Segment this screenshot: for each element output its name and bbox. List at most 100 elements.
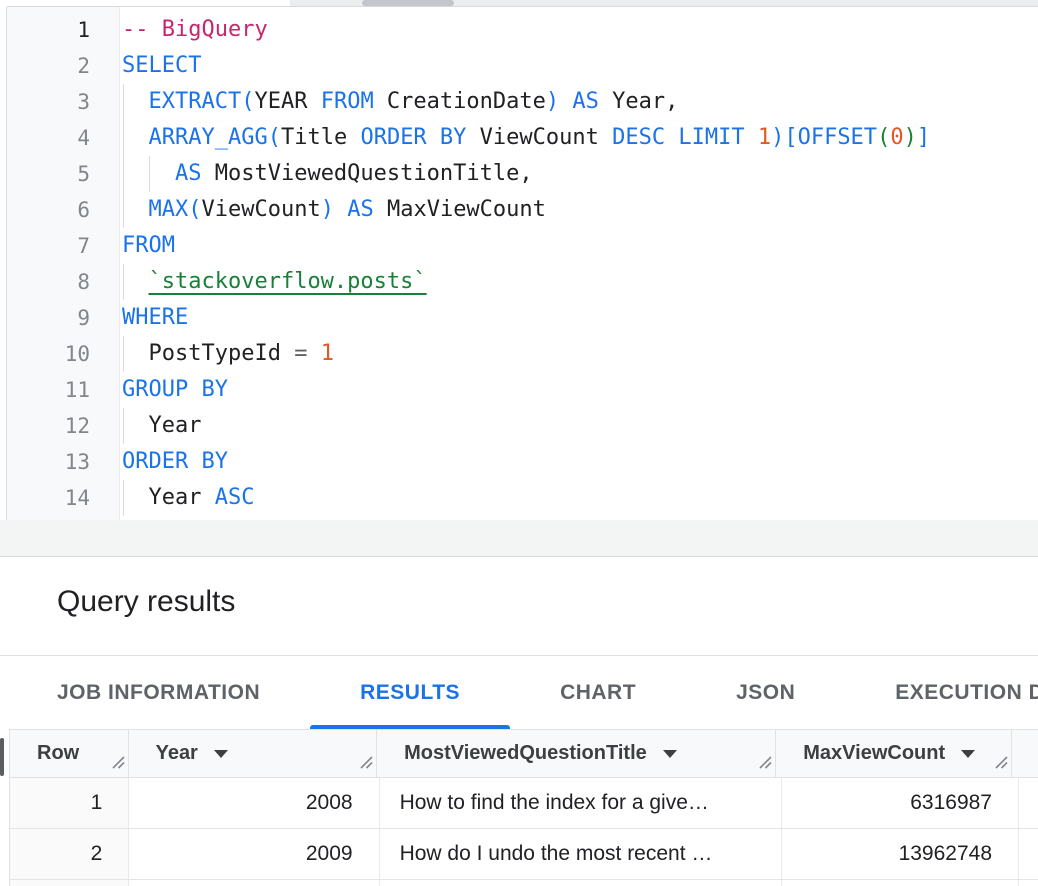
indent-guide — [123, 408, 124, 444]
table-row-partial — [10, 880, 1038, 886]
left-scrollbar-thumb[interactable] — [0, 738, 4, 776]
code-line-3: 3 EXTRACT(YEAR FROM CreationDate) AS Yea… — [7, 84, 1038, 120]
code-text: Year ASC — [120, 480, 254, 516]
tab-job-information[interactable]: JOB INFORMATION — [7, 656, 310, 729]
line-number: 13 — [7, 444, 120, 480]
bigquery-query-panel: 1-- BigQuery2SELECT3 EXTRACT(YEAR FROM C… — [0, 0, 1038, 886]
cell-maxviewcount: 6316987 — [782, 778, 1019, 828]
query-results-title: Query results — [0, 557, 1038, 619]
indent-guide — [123, 120, 124, 156]
code-line-2: 2SELECT — [7, 48, 1038, 84]
code-text: FROM — [120, 228, 175, 264]
cell-maxviewcount: 13962748 — [782, 829, 1019, 879]
tab-json[interactable]: JSON — [686, 656, 845, 729]
code-text: ORDER BY — [120, 444, 228, 480]
code-text: ARRAY_AGG(Title ORDER BY ViewCount DESC … — [120, 120, 930, 156]
column-resize-handle-icon[interactable] — [757, 752, 772, 775]
line-number: 10 — [7, 336, 120, 372]
code-line-9: 9WHERE — [7, 300, 1038, 336]
column-resize-handle-icon[interactable] — [110, 752, 125, 775]
table-header-row: Row Year MostViewedQuestionTitle MaxViewCou… — [10, 730, 1038, 778]
cell-mostviewedquestiontitle: How do I undo the most recent … — [380, 829, 782, 879]
table-row-1: 12008How to find the index for a give…63… — [10, 778, 1038, 829]
column-header-mostviewedquestiontitle[interactable]: MostViewedQuestionTitle — [377, 730, 776, 777]
indent-guide — [123, 264, 124, 300]
line-number: 5 — [7, 156, 120, 192]
cell-filler — [1019, 778, 1038, 828]
cell-year — [129, 880, 379, 886]
line-number: 1 — [7, 12, 120, 48]
code-text: SELECT — [120, 48, 201, 84]
code-text: MAX(ViewCount) AS MaxViewCount — [120, 192, 546, 228]
code-line-13: 13ORDER BY — [7, 444, 1038, 480]
code-line-6: 6 MAX(ViewCount) AS MaxViewCount — [7, 192, 1038, 228]
code-text: GROUP BY — [120, 372, 228, 408]
sql-editor[interactable]: 1-- BigQuery2SELECT3 EXTRACT(YEAR FROM C… — [6, 7, 1038, 520]
code-line-12: 12 Year — [7, 408, 1038, 444]
code-lines: 1-- BigQuery2SELECT3 EXTRACT(YEAR FROM C… — [7, 7, 1038, 516]
line-number: 6 — [7, 192, 120, 228]
tab-execution-details[interactable]: EXECUTION DETAILS — [845, 656, 1038, 729]
code-line-8: 8 `stackoverflow.posts` — [7, 264, 1038, 300]
column-label: Year — [156, 742, 198, 765]
code-text: Year — [120, 408, 201, 444]
results-tab-bar: JOB INFORMATIONRESULTSCHARTJSONEXECUTION… — [0, 655, 1038, 729]
results-grid: Row Year MostViewedQuestionTitle MaxViewCou… — [9, 729, 1038, 886]
table-body: 12008How to find the index for a give…63… — [10, 778, 1038, 886]
cell-row: 2 — [10, 829, 129, 879]
code-text: `stackoverflow.posts` — [120, 264, 427, 300]
cell-maxviewcount — [782, 880, 1019, 886]
code-line-5: 5 AS MostViewedQuestionTitle, — [7, 156, 1038, 192]
line-number: 3 — [7, 84, 120, 120]
code-line-14: 14 Year ASC — [7, 480, 1038, 516]
column-label: Row — [37, 742, 79, 765]
column-label: MostViewedQuestionTitle — [404, 742, 647, 765]
cell-mostviewedquestiontitle — [380, 880, 782, 886]
results-table: Row Year MostViewedQuestionTitle MaxViewCou… — [0, 729, 1038, 886]
cell-filler — [1019, 829, 1038, 879]
table-row-2: 22009How do I undo the most recent …1396… — [10, 829, 1038, 880]
cell-filler — [1019, 880, 1038, 886]
cell-mostviewedquestiontitle: How to find the index for a give… — [380, 778, 782, 828]
cell-year: 2008 — [129, 778, 379, 828]
indent-guide — [123, 156, 124, 192]
code-line-7: 7FROM — [7, 228, 1038, 264]
column-header-row[interactable]: Row — [10, 730, 129, 777]
code-text: PostTypeId = 1 — [120, 336, 334, 372]
line-number: 12 — [7, 408, 120, 444]
tab-chart[interactable]: CHART — [510, 656, 686, 729]
column-dropdown-icon[interactable] — [961, 750, 975, 758]
column-dropdown-icon[interactable] — [663, 750, 677, 758]
column-header-filler — [1012, 730, 1038, 777]
cell-row: 1 — [10, 778, 129, 828]
line-number: 8 — [7, 264, 120, 300]
indent-guide — [149, 156, 150, 192]
column-header-year[interactable]: Year — [129, 730, 378, 777]
panel-splitter[interactable] — [0, 520, 1038, 557]
code-line-1: 1-- BigQuery — [7, 12, 1038, 48]
indent-guide — [123, 84, 124, 120]
query-results-header: Query results — [0, 557, 1038, 655]
line-number: 9 — [7, 300, 120, 336]
code-text: -- BigQuery — [120, 12, 268, 48]
tab-results[interactable]: RESULTS — [310, 656, 510, 729]
column-resize-handle-icon[interactable] — [993, 752, 1008, 775]
line-number: 11 — [7, 372, 120, 408]
line-number: 14 — [7, 480, 120, 516]
line-number: 2 — [7, 48, 120, 84]
column-header-maxviewcount[interactable]: MaxViewCount — [776, 730, 1012, 777]
indent-guide — [123, 480, 124, 516]
column-dropdown-icon[interactable] — [214, 750, 228, 758]
column-label: MaxViewCount — [803, 742, 945, 765]
indent-guide — [123, 192, 124, 228]
cell-row — [10, 880, 129, 886]
code-line-11: 11GROUP BY — [7, 372, 1038, 408]
cell-year: 2009 — [129, 829, 379, 879]
column-resize-handle-icon[interactable] — [358, 752, 373, 775]
code-line-10: 10 PostTypeId = 1 — [7, 336, 1038, 372]
code-text: WHERE — [120, 300, 188, 336]
code-text: EXTRACT(YEAR FROM CreationDate) AS Year, — [120, 84, 678, 120]
indent-guide — [123, 336, 124, 372]
line-number: 4 — [7, 120, 120, 156]
code-text: AS MostViewedQuestionTitle, — [120, 156, 533, 192]
